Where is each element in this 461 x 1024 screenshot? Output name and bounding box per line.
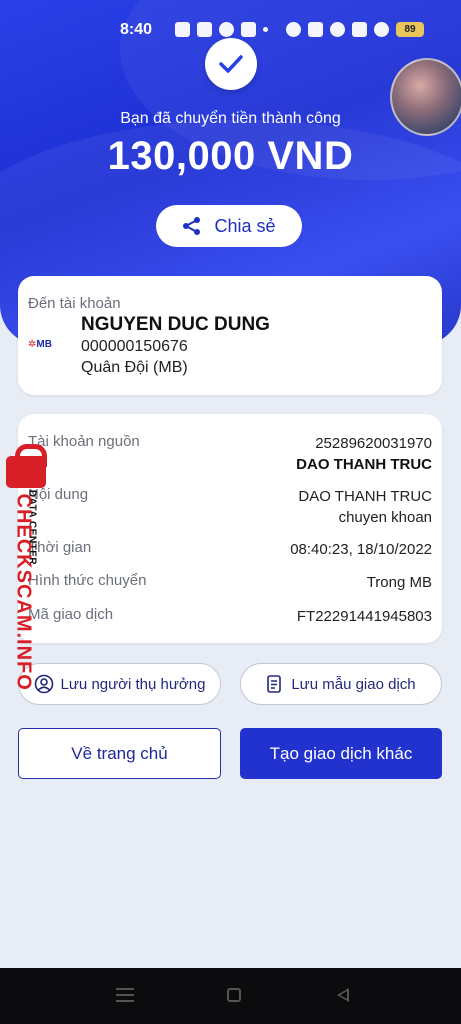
mb-bank-logo: ✲MB: [28, 339, 52, 350]
checkscam-watermark: DATA CENTER CHECKSCAM.INFO: [2, 444, 50, 691]
save-beneficiary-label: Lưu người thụ hưởng: [60, 675, 206, 693]
save-template-button[interactable]: Lưu mẫu giao dịch: [240, 663, 442, 705]
source-account-number: 25289620031970: [315, 435, 432, 452]
watermark-title: CHECKSCAM.INFO: [12, 493, 35, 691]
signal-icon: [352, 22, 367, 37]
success-message: Bạn đã chuyển tiền thành công: [120, 110, 341, 127]
recipient-card: Đến tài khoản ✲MB NGUYEN DUC DUNG 000000…: [18, 276, 442, 395]
recipient-bank-name: Quân Đội (MB): [81, 359, 188, 376]
transaction-id-value: FT22291441945803: [296, 608, 432, 625]
menu-nav-icon[interactable]: [116, 988, 134, 1002]
status-system-icons: 89: [286, 22, 424, 37]
method-value: Trong MB: [366, 574, 432, 591]
system-nav-bar: [0, 968, 461, 1024]
recipient-label: Đến tài khoản: [28, 295, 121, 312]
save-template-label: Lưu mẫu giao dịch: [291, 675, 416, 693]
source-account-label: Tài khoản nguồn: [28, 433, 140, 450]
status-app-icons: [175, 22, 268, 37]
dot-icon: [263, 27, 268, 32]
slack-icon: [219, 22, 234, 37]
back-nav-icon[interactable]: [337, 988, 349, 1002]
home-button[interactable]: Về trang chủ: [18, 728, 221, 779]
document-icon: [267, 675, 282, 693]
recipient-name: NGUYEN DUC DUNG: [81, 314, 270, 335]
person-icon: [34, 674, 53, 694]
share-label: Chia sẻ: [214, 215, 276, 236]
instagram-icon: [197, 22, 212, 37]
content-line2: chuyen khoan: [338, 509, 432, 526]
content-line1: DAO THANH TRUC: [298, 488, 432, 505]
zalo-icon: [175, 22, 190, 37]
transfer-amount: 130,000 VND: [107, 134, 354, 178]
alarm-icon: [286, 22, 301, 37]
new-transaction-button[interactable]: Tạo giao dịch khác: [240, 728, 442, 779]
status-time: 8:40: [120, 21, 153, 38]
recipient-account-number: 000000150676: [81, 338, 188, 355]
share-button[interactable]: Chia sẻ: [156, 205, 302, 247]
time-value: 08:40:23, 18/10/2022: [290, 541, 432, 558]
success-check-icon: [205, 38, 257, 90]
shield-icon: [374, 22, 389, 37]
battery-indicator: 89: [396, 22, 424, 37]
share-icon: [183, 217, 201, 235]
youtube-icon: [241, 22, 256, 37]
mb-bank-logo-text: MB: [36, 339, 52, 350]
wifi-icon: [330, 22, 345, 37]
source-account-name: DAO THANH TRUC: [296, 456, 432, 473]
mute-icon: [308, 22, 323, 37]
home-nav-icon[interactable]: [227, 988, 241, 1002]
transaction-details-card: Tài khoản nguồn 25289620031970 DAO THANH…: [18, 414, 442, 643]
